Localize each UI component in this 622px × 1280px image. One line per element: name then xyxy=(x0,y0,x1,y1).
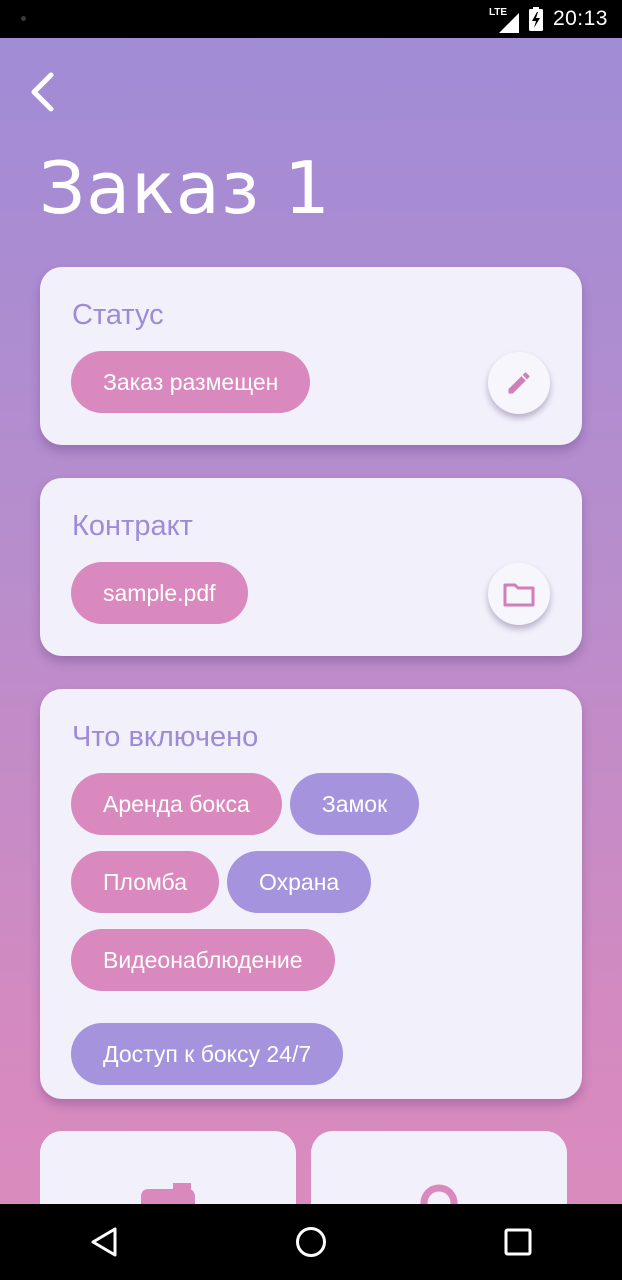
contract-card-title: Контракт xyxy=(72,510,193,542)
included-card: Что включено Аренда бокса Замок Пломба О… xyxy=(40,689,582,1099)
nav-back-button[interactable] xyxy=(64,1204,144,1280)
navigation-bar xyxy=(0,1204,622,1280)
bottom-card-right[interactable] xyxy=(311,1131,567,1204)
status-card-title: Статус xyxy=(72,299,164,331)
nav-home-button[interactable] xyxy=(271,1204,351,1280)
page-title: Заказ 1 xyxy=(39,146,331,230)
battery-charging-icon xyxy=(528,7,543,31)
box-icon xyxy=(141,1183,195,1204)
pencil-icon xyxy=(508,372,530,394)
bottom-card-left[interactable] xyxy=(40,1131,296,1204)
recents-square-icon xyxy=(504,1228,532,1256)
lte-signal-icon: LTE xyxy=(489,5,519,33)
lock-icon xyxy=(420,1184,458,1204)
chevron-left-icon xyxy=(31,72,54,112)
included-chip: Пломба xyxy=(71,851,219,913)
included-chip: Замок xyxy=(289,773,420,835)
edit-status-button[interactable] xyxy=(488,352,550,414)
back-button[interactable] xyxy=(20,68,64,116)
clock: 20:13 xyxy=(552,7,608,30)
app-screen: Заказ 1 Статус Заказ размещен Контракт s… xyxy=(0,38,622,1204)
status-card: Статус Заказ размещен xyxy=(40,267,582,445)
open-contract-button[interactable] xyxy=(488,563,550,625)
included-chip: Охрана xyxy=(227,851,372,913)
status-chip: Заказ размещен xyxy=(71,351,311,413)
home-circle-icon xyxy=(295,1227,326,1257)
status-bar: LTE 20:13 xyxy=(0,0,622,38)
contract-file-chip[interactable]: sample.pdf xyxy=(71,562,248,624)
notification-dot-icon xyxy=(21,16,26,21)
included-chip: Видеонаблюдение xyxy=(71,929,335,991)
included-chips: Аренда бокса Замок Пломба Охрана Видеона… xyxy=(71,773,551,1085)
back-triangle-icon xyxy=(91,1227,117,1257)
folder-icon xyxy=(503,583,535,607)
contract-card: Контракт sample.pdf xyxy=(40,478,582,656)
included-chip: Доступ к боксу 24/7 xyxy=(71,1023,344,1085)
nav-recents-button[interactable] xyxy=(478,1204,558,1280)
included-card-title: Что включено xyxy=(72,721,259,753)
included-chip: Аренда бокса xyxy=(71,773,282,835)
status-icons: LTE 20:13 xyxy=(489,0,608,38)
